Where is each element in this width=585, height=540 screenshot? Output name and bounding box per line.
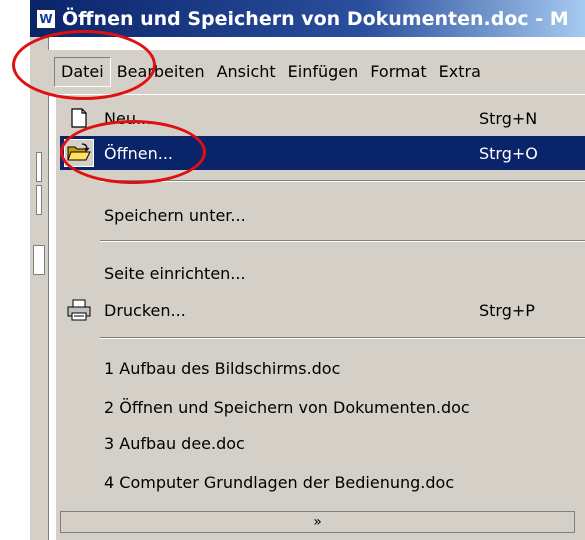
menu-item-oeffnen[interactable]: Öffnen... Strg+O: [60, 136, 585, 170]
menu-item-shortcut: Strg+P: [479, 300, 535, 320]
menu-item-drucken[interactable]: Drucken... Strg+P: [60, 293, 585, 327]
new-document-icon: [64, 104, 94, 132]
menu-bearbeiten[interactable]: Bearbeiten: [111, 58, 211, 86]
recent-file-4[interactable]: 4 Computer Grundlagen der Bedienung.doc: [60, 465, 585, 499]
menu-item-speichern-unter[interactable]: Speichern unter...: [60, 198, 585, 232]
ruler-marker: [36, 152, 42, 182]
menu-item-label: 2 Öffnen und Speichern von Dokumenten.do…: [104, 397, 470, 417]
menu-separator: [100, 180, 585, 182]
menu-extra[interactable]: Extra: [433, 58, 487, 86]
menu-item-label: Neu...: [104, 108, 152, 128]
printer-icon: [64, 296, 94, 324]
menu-separator: [100, 240, 585, 242]
menu-item-label: Seite einrichten...: [104, 263, 246, 283]
menu-item-label: 3 Aufbau dee.doc: [104, 433, 245, 453]
recent-file-2[interactable]: 2 Öffnen und Speichern von Dokumenten.do…: [60, 390, 585, 424]
word-doc-icon: W: [36, 8, 56, 29]
ruler-marker: [33, 245, 45, 275]
menu-ansicht[interactable]: Ansicht: [211, 58, 282, 86]
screenshot-frame: W Öffnen und Speichern von Dokumenten.do…: [0, 0, 585, 540]
menu-item-neu[interactable]: Neu... Strg+N: [60, 101, 585, 135]
window-title: Öffnen und Speichern von Dokumenten.doc …: [62, 7, 569, 30]
ruler-marker: [36, 185, 42, 215]
menu-item-seite-einrichten[interactable]: Seite einrichten...: [60, 256, 585, 290]
menu-item-label: 4 Computer Grundlagen der Bedienung.doc: [104, 472, 455, 492]
menu-einfuegen[interactable]: Einfügen: [282, 58, 365, 86]
menu-item-shortcut: Strg+N: [479, 108, 538, 128]
recent-file-1[interactable]: 1 Aufbau des Bildschirms.doc: [60, 351, 585, 385]
title-bar[interactable]: W Öffnen und Speichern von Dokumenten.do…: [30, 0, 585, 37]
double-chevron-down-icon: »: [313, 514, 322, 530]
menu-bar: Datei Bearbeiten Ansicht Einfügen Format…: [48, 50, 585, 94]
menu-item-shortcut: Strg+O: [479, 143, 538, 163]
open-folder-icon: [64, 139, 94, 167]
menu-item-label: Drucken...: [104, 300, 186, 320]
menu-format[interactable]: Format: [364, 58, 432, 86]
menu-separator: [100, 337, 585, 339]
file-menu-dropdown: Neu... Strg+N Öffnen... Strg+O Speichern…: [54, 94, 585, 540]
menu-datei[interactable]: Datei: [54, 57, 111, 87]
window-left-chrome: [30, 37, 49, 540]
menu-item-label: Speichern unter...: [104, 205, 246, 225]
menu-item-label: Öffnen...: [104, 143, 173, 163]
menu-expand-button[interactable]: »: [60, 511, 575, 533]
recent-file-3[interactable]: 3 Aufbau dee.doc: [60, 426, 585, 460]
menu-item-label: 1 Aufbau des Bildschirms.doc: [104, 358, 341, 378]
